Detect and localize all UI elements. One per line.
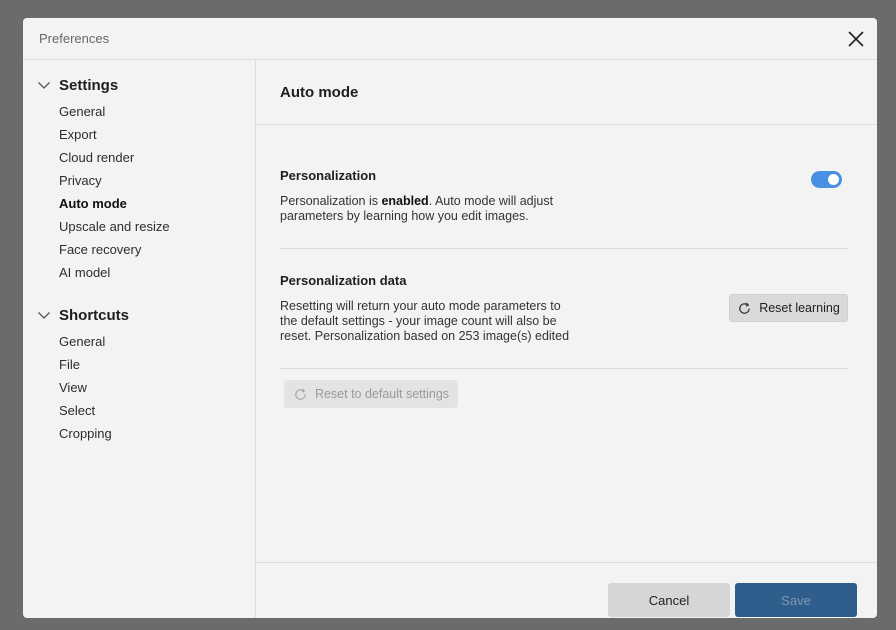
page-title: Auto mode [280,84,359,101]
cancel-button[interactable]: Cancel [608,583,730,617]
sidebar-item-privacy[interactable]: Privacy [59,172,102,190]
sidebar-group-shortcuts[interactable]: Shortcuts [37,304,129,326]
sidebar-item-view[interactable]: View [59,379,87,397]
sidebar-item-cropping[interactable]: Cropping [59,425,112,443]
close-icon [848,31,864,47]
chevron-down-icon [38,312,50,319]
section-divider [280,248,848,249]
refresh-icon [739,302,750,314]
title-bar: Preferences [23,18,877,60]
save-button[interactable]: Save [735,583,857,617]
content-header: Auto mode [256,60,877,125]
section-divider [280,368,848,369]
sidebar-group-label: Settings [59,76,119,94]
sidebar-item-general[interactable]: General [59,103,105,121]
personalization-data-description: Resetting will return your auto mode par… [280,299,570,343]
sidebar-item-file[interactable]: File [59,356,80,374]
personalization-status: enabled [381,194,429,208]
sidebar-item-face-recovery[interactable]: Face recovery [59,241,141,259]
toggle-knob [828,174,839,185]
personalization-data-heading: Personalization data [280,273,407,288]
sidebar-group-settings[interactable]: Settings [37,74,118,96]
close-button[interactable] [843,26,869,52]
personalization-heading: Personalization [280,168,377,183]
refresh-icon [295,388,306,400]
main-content: Auto mode Personalization Personalizatio… [256,60,877,618]
sidebar-item-upscale-and-resize[interactable]: Upscale and resize [59,218,170,236]
sidebar-item-select[interactable]: Select [59,402,95,420]
reset-to-default-label: Reset to default settings [314,387,450,401]
reset-learning-label: Reset learning [759,301,840,315]
sidebar-item-cloud-render[interactable]: Cloud render [59,149,134,167]
sidebar-item-export[interactable]: Export [59,126,97,144]
preferences-dialog: Preferences Settings General Export Clou… [23,18,877,618]
sidebar-group-label: Shortcuts [59,306,130,324]
reset-learning-button[interactable]: Reset learning [729,294,848,322]
sidebar-item-shortcuts-general[interactable]: General [59,333,105,351]
reset-to-default-button[interactable]: Reset to default settings [284,380,458,408]
chevron-down-icon [38,82,50,89]
personalization-description: Personalization is enabled. Auto mode wi… [280,194,580,224]
personalization-toggle[interactable] [811,171,842,188]
sidebar-item-ai-model[interactable]: AI model [59,264,110,282]
sidebar: Settings General Export Cloud render Pri… [23,60,256,618]
footer-divider [256,562,877,563]
sidebar-item-auto-mode[interactable]: Auto mode [59,195,127,213]
window-title: Preferences [39,31,110,46]
personalization-text-before: Personalization is [280,194,382,208]
